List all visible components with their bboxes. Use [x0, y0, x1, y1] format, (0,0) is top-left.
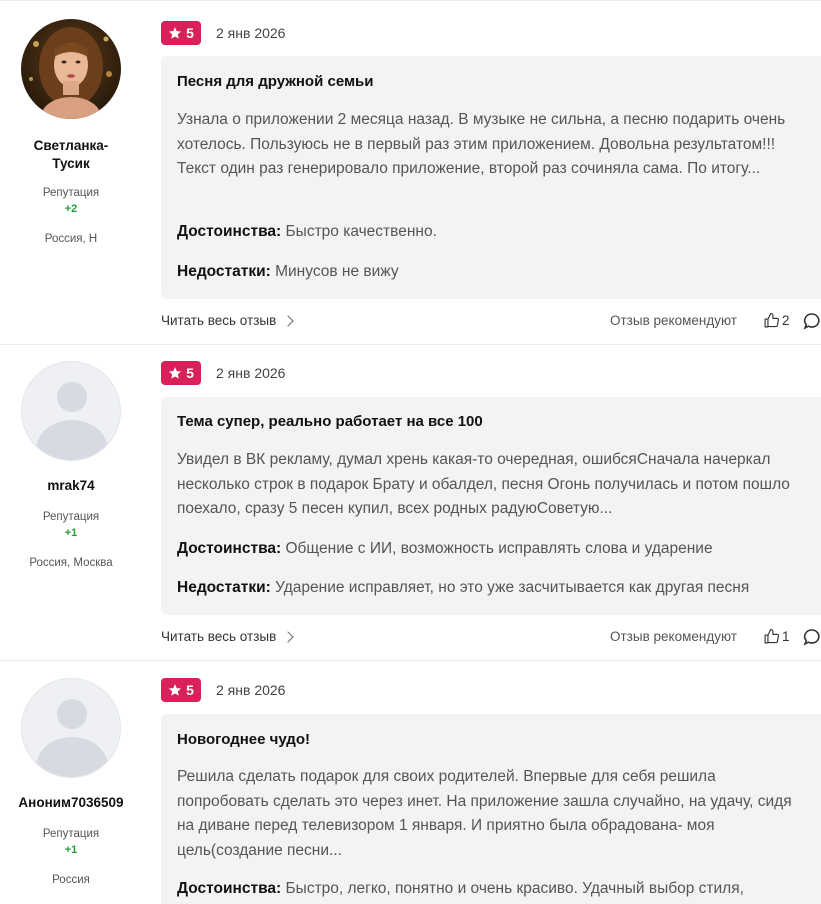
pros-text: Общение с ИИ, возможность исправлять сло…	[285, 540, 713, 557]
like-button[interactable]: 1	[763, 628, 790, 645]
star-icon	[169, 684, 182, 696]
reputation-label: Репутация	[42, 187, 100, 199]
cons-text: Минусов не вижу	[275, 263, 399, 280]
review-card: Светланка- Тусик Репутация +2 Россия, Н …	[0, 0, 821, 345]
default-avatar-head	[57, 382, 87, 412]
review-pros: Достоинства: Быстро, легко, понятно и оч…	[177, 880, 817, 898]
review-title[interactable]: Песня для дружной семьи	[177, 73, 374, 90]
default-avatar-body	[36, 737, 108, 777]
cons-label: Недостатки:	[177, 263, 271, 280]
thumbs-up-icon	[764, 312, 780, 328]
reputation-label: Репутация	[42, 511, 100, 523]
like-button[interactable]: 2	[763, 312, 790, 329]
pros-text: Быстро качественно.	[285, 223, 437, 240]
author-location: Россия	[52, 874, 90, 886]
like-count: 1	[782, 629, 790, 644]
review-cons: Недостатки: Минусов не вижу	[177, 263, 817, 281]
review-date: 2 янв 2026	[216, 682, 286, 698]
avatar[interactable]	[21, 678, 121, 778]
review-card: mrak74 Репутация +1 Россия, Москва 5 2 я…	[0, 345, 821, 661]
avatar[interactable]	[21, 361, 121, 461]
review-pros: Достоинства: Общение с ИИ, возможность и…	[177, 540, 817, 558]
review-title[interactable]: Тема супер, реально работает на все 100	[177, 413, 483, 430]
rating-badge: 5	[161, 361, 201, 385]
review-pros: Достоинства: Быстро качественно.	[177, 223, 817, 241]
rating-value: 5	[186, 25, 194, 41]
review-body: Песня для дружной семьи Узнала о приложе…	[161, 56, 821, 299]
reputation-label: Репутация	[42, 828, 100, 840]
author-location: Россия, Москва	[29, 557, 113, 569]
thumbs-up-icon	[764, 628, 780, 644]
reputation-value: +1	[64, 527, 78, 539]
author-name[interactable]: mrak74	[0, 477, 142, 495]
like-count: 2	[782, 313, 790, 328]
read-more-link[interactable]: Читать весь отзыв	[161, 313, 294, 328]
author-name[interactable]: Светланка- Тусик	[0, 137, 142, 173]
review-date: 2 янв 2026	[216, 365, 286, 381]
default-avatar-body	[36, 420, 108, 460]
pros-label: Достоинства:	[177, 223, 282, 240]
review-card: Аноним7036509 Репутация +1 Россия 5 2 ян…	[0, 661, 821, 904]
review-title[interactable]: Новогоднее чудо!	[177, 731, 310, 748]
pros-label: Достоинства:	[177, 540, 282, 557]
star-icon	[169, 27, 182, 39]
chevron-right-icon	[282, 314, 294, 327]
cons-label: Недостатки:	[177, 579, 271, 596]
rating-value: 5	[186, 682, 194, 698]
pros-label: Достоинства:	[177, 880, 282, 897]
review-cons: Недостатки: Ударение исправляет, но это …	[177, 579, 817, 597]
star-icon	[169, 367, 182, 379]
review-text: Узнала о приложении 2 месяца назад. В му…	[177, 111, 786, 177]
rating-badge: 5	[161, 21, 201, 45]
review-body: Тема супер, реально работает на все 100 …	[161, 397, 821, 615]
reputation-value: +2	[64, 203, 78, 215]
review-body: Новогоднее чудо! Решила сделать подарок …	[161, 714, 821, 904]
recommend-label: Отзыв рекомендуют	[610, 629, 737, 644]
author-name[interactable]: Аноним7036509	[0, 794, 142, 812]
avatar[interactable]	[21, 19, 121, 119]
author-location: Россия, Н	[44, 233, 98, 245]
rating-badge: 5	[161, 678, 201, 702]
comment-icon[interactable]	[803, 312, 821, 330]
read-more-link[interactable]: Читать весь отзыв	[161, 629, 294, 644]
review-text: Увидел в ВК рекламу, думал хрень какая-т…	[177, 451, 790, 517]
recommend-label: Отзыв рекомендуют	[610, 313, 737, 328]
chevron-right-icon	[282, 630, 294, 643]
cons-text: Ударение исправляет, но это уже засчитыв…	[275, 579, 750, 596]
rating-value: 5	[186, 365, 194, 381]
reputation-value: +1	[64, 844, 78, 856]
pros-text: Быстро, легко, понятно и очень красиво. …	[285, 880, 744, 897]
comment-icon[interactable]	[803, 628, 821, 646]
review-text: Решила сделать подарок для своих родител…	[177, 768, 792, 859]
review-date: 2 янв 2026	[216, 25, 286, 41]
default-avatar-head	[57, 699, 87, 729]
